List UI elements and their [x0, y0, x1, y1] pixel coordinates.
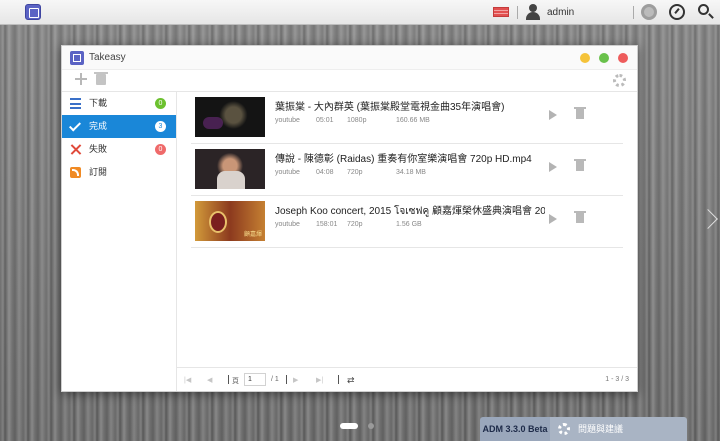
settings-icon[interactable] — [641, 4, 657, 20]
check-icon — [70, 121, 81, 132]
sidebar-item-label: 下載 — [89, 98, 108, 108]
dashboard-gauge-icon[interactable] — [669, 4, 685, 20]
video-size: 1.56 GB — [396, 221, 422, 228]
username-label[interactable]: admin — [547, 7, 574, 18]
user-icon[interactable] — [525, 4, 541, 20]
sidebar-item-label: 訂閱 — [89, 167, 108, 177]
takeasy-window: Takeasy 下載 0 完成 3 失敗 0 訂閱 葉振棠 - 大內群英 (葉振… — [61, 45, 638, 392]
pager-divider — [228, 375, 229, 384]
video-thumbnail: 顧嘉煇 — [195, 201, 265, 241]
video-duration: 158:01 — [316, 221, 338, 228]
video-duration: 04:08 — [316, 169, 334, 176]
add-task-button[interactable] — [74, 72, 88, 86]
video-source: youtube — [275, 169, 300, 176]
sidebar-item-download[interactable]: 下載 0 — [62, 92, 176, 115]
maximize-button[interactable] — [599, 53, 609, 63]
feedback-gear-icon — [558, 423, 570, 435]
trash-icon[interactable] — [574, 159, 586, 171]
search-icon[interactable] — [698, 4, 709, 15]
video-resolution: 1080p — [347, 117, 367, 124]
video-resolution: 720p — [347, 169, 363, 176]
pager-divider — [286, 375, 287, 384]
minimize-button[interactable] — [580, 53, 590, 63]
count-badge: 0 — [155, 98, 166, 109]
video-thumbnail — [195, 149, 265, 189]
video-resolution: 720p — [347, 221, 363, 228]
thumbnail-caption: 顧嘉煇 — [243, 232, 262, 238]
rss-icon — [70, 167, 81, 178]
sidebar-item-label: 完成 — [89, 121, 108, 131]
window-title: Takeasy — [89, 52, 126, 63]
page-label: 頁 — [232, 378, 239, 385]
feedback-label: 問題與建議 — [578, 424, 624, 434]
system-topbar: admin — [0, 0, 720, 25]
sidebar-item-completed[interactable]: 完成 3 — [62, 115, 176, 138]
window-titlebar[interactable]: Takeasy — [62, 46, 637, 70]
notification-flag-icon[interactable] — [493, 7, 509, 17]
play-icon[interactable] — [549, 162, 557, 172]
settings-gear-icon[interactable] — [613, 74, 626, 87]
sidebar-item-label: 失敗 — [89, 144, 108, 154]
next-page-icon[interactable]: ▶ — [293, 376, 298, 384]
close-button[interactable] — [618, 53, 628, 63]
sidebar-item-failed[interactable]: 失敗 0 — [62, 138, 176, 161]
count-badge: 0 — [155, 144, 166, 155]
video-title: Joseph Koo concert, 2015 โจเซฟคู ​顧嘉煇榮休盛… — [275, 206, 545, 217]
trash-icon[interactable] — [574, 211, 586, 223]
list-item[interactable]: 顧嘉煇 Joseph Koo concert, 2015 โจเซฟคู ​顧嘉… — [191, 196, 623, 248]
download-list-icon — [70, 98, 81, 109]
sidebar: 下載 0 完成 3 失敗 0 訂閱 — [62, 92, 177, 391]
video-duration: 05:01 — [316, 117, 334, 124]
total-pages-label: / 1 — [271, 376, 279, 383]
trash-icon[interactable] — [574, 107, 586, 119]
play-icon[interactable] — [549, 110, 557, 120]
pager-divider — [338, 375, 339, 384]
close-icon — [70, 144, 81, 155]
first-page-icon[interactable]: |◀ — [184, 376, 191, 384]
video-size: 160.66 MB — [396, 117, 430, 124]
completed-task-list: 葉振棠 - 大內群英 (葉振棠殿堂電視金曲35年演唱會) youtube 05:… — [177, 92, 637, 367]
desktop-page-indicator-active[interactable] — [340, 423, 358, 429]
feedback-button[interactable]: 問題與建議 — [550, 417, 687, 441]
delete-task-button[interactable] — [94, 72, 108, 85]
topbar-divider — [517, 6, 518, 19]
video-title: 葉振棠 - 大內群英 (葉振棠殿堂電視金曲35年演唱會) — [275, 102, 505, 113]
video-size: 34.18 MB — [396, 169, 426, 176]
list-item[interactable]: 傳說 - 陳德彰 (Raidas) 重奏有你室樂演唱會 720p HD.mp4 … — [191, 144, 623, 196]
page-number-input[interactable]: 1 — [244, 373, 266, 386]
desktop-page-indicator[interactable] — [368, 423, 374, 429]
adm-version-badge: ADM 3.3.0 Beta — [480, 417, 550, 441]
refresh-icon[interactable]: ⇄ — [347, 375, 355, 386]
video-source: youtube — [275, 221, 300, 228]
play-icon[interactable] — [549, 214, 557, 224]
item-range: 1 - 3 / 3 — [605, 376, 629, 383]
video-source: youtube — [275, 117, 300, 124]
takeasy-app-icon — [70, 51, 84, 65]
list-item[interactable]: 葉振棠 - 大內群英 (葉振棠殿堂電視金曲35年演唱會) youtube 05:… — [191, 92, 623, 144]
count-badge: 3 — [155, 121, 166, 132]
topbar-divider — [633, 6, 634, 19]
prev-page-icon[interactable]: ◀ — [207, 376, 212, 384]
video-title: 傳說 - 陳德彰 (Raidas) 重奏有你室樂演唱會 720p HD.mp4 — [275, 154, 532, 165]
video-thumbnail — [195, 97, 265, 137]
app-launcher-icon[interactable] — [25, 4, 41, 20]
sidebar-item-subscribe[interactable]: 訂閱 — [62, 161, 176, 184]
last-page-icon[interactable]: ▶| — [316, 376, 323, 384]
pagination-bar: |◀ ◀ 頁 1 / 1 ▶ ▶| ⇄ 1 - 3 / 3 — [177, 367, 637, 391]
window-toolbar — [62, 70, 637, 92]
